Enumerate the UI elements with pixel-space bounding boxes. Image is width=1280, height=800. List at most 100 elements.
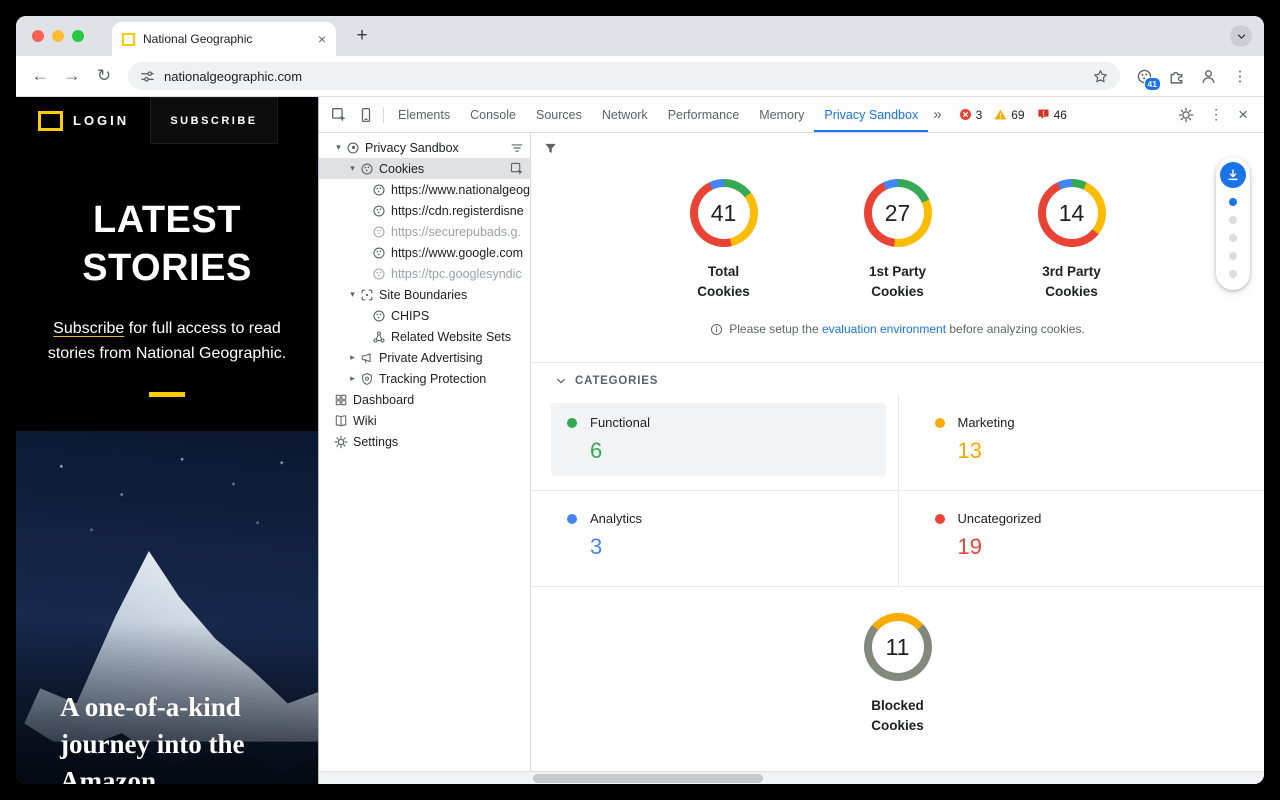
- functional-dot-icon: [567, 418, 577, 428]
- tree-item-cookies[interactable]: ▾ Cookies: [319, 158, 530, 179]
- tree-item-label: https://tpc.googlesyndic: [391, 267, 522, 281]
- tab-memory[interactable]: Memory: [749, 97, 814, 132]
- new-tab-button[interactable]: +: [348, 22, 376, 50]
- tree-item-related-website-sets[interactable]: Related Website Sets: [319, 326, 530, 347]
- tree-item-label: https://securepubads.g.: [391, 225, 521, 239]
- cookie-icon: [371, 203, 386, 218]
- tab-strip: National Geographic × +: [16, 16, 1264, 56]
- twisty-closed-icon[interactable]: ▸: [347, 352, 358, 363]
- browser-tab[interactable]: National Geographic ×: [112, 22, 336, 56]
- filter-list-icon[interactable]: [510, 141, 524, 155]
- psat-extension-button[interactable]: 41: [1130, 62, 1158, 90]
- tree-item-private-advertising[interactable]: ▸ Private Advertising: [319, 347, 530, 368]
- uncategorized-dot-icon: [935, 514, 945, 524]
- site-header: LOGIN SUBSCRIBE: [16, 97, 318, 144]
- zoom-window-button[interactable]: [72, 30, 84, 42]
- scroll-dot[interactable]: [1229, 252, 1237, 260]
- tree-item-label: Dashboard: [353, 393, 414, 407]
- scroll-dot-active[interactable]: [1229, 198, 1237, 206]
- inspect-element-icon[interactable]: [325, 101, 352, 128]
- devtools-menu-button[interactable]: ⋮: [1209, 106, 1223, 123]
- close-devtools-icon[interactable]: ×: [1238, 106, 1248, 123]
- tree-item-privacy-sandbox[interactable]: ▾ Privacy Sandbox: [319, 137, 530, 158]
- hero-line2: journey into the: [60, 726, 245, 763]
- categories-header[interactable]: CATEGORIES: [531, 363, 1264, 395]
- extensions-icon[interactable]: [1162, 62, 1190, 90]
- cookie-icon: [359, 161, 374, 176]
- hero-line1: A one-of-a-kind: [60, 689, 245, 726]
- tab-elements[interactable]: Elements: [388, 97, 460, 132]
- tree-item-wiki[interactable]: Wiki: [319, 410, 530, 431]
- bookmark-star-icon[interactable]: [1093, 69, 1108, 84]
- yellow-divider: [149, 392, 185, 397]
- tree-item-label: Private Advertising: [379, 351, 483, 365]
- site-info-icon[interactable]: [140, 69, 155, 84]
- tree-item-chips[interactable]: CHIPS: [319, 305, 530, 326]
- tree-item-url-nationalgeographic[interactable]: https://www.nationalgeog: [319, 179, 530, 200]
- issues-badge[interactable]: 46: [1037, 108, 1067, 122]
- tab-network[interactable]: Network: [592, 97, 658, 132]
- subscribe-link[interactable]: Subscribe: [53, 320, 124, 337]
- twisty-closed-icon[interactable]: ▸: [347, 373, 358, 384]
- tab-performance[interactable]: Performance: [658, 97, 750, 132]
- tab-privacy-sandbox[interactable]: Privacy Sandbox: [814, 97, 928, 132]
- category-functional[interactable]: Functional 6: [531, 395, 898, 491]
- back-button[interactable]: ←: [26, 62, 54, 90]
- promo-text: Subscribe for full access to readstories…: [16, 316, 318, 366]
- privacy-sandbox-icon: [345, 140, 360, 155]
- scrollbar-thumb[interactable]: [533, 774, 763, 783]
- tab-strip-chevron-button[interactable]: [1230, 25, 1252, 47]
- twisty-open-icon[interactable]: ▾: [333, 142, 344, 153]
- donut-chart: 41: [690, 179, 758, 247]
- close-window-button[interactable]: [32, 30, 44, 42]
- device-toolbar-icon[interactable]: [352, 101, 379, 128]
- tab-console[interactable]: Console: [460, 97, 526, 132]
- categories-title: CATEGORIES: [575, 375, 658, 387]
- evaluation-environment-link[interactable]: evaluation environment: [822, 322, 946, 336]
- scroll-dot[interactable]: [1229, 234, 1237, 242]
- tree-item-url-registerdisney[interactable]: https://cdn.registerdisne: [319, 200, 530, 221]
- horizontal-scrollbar[interactable]: [319, 771, 1264, 784]
- category-marketing[interactable]: Marketing 13: [898, 395, 1265, 491]
- tree-item-url-securepubads[interactable]: https://securepubads.g.: [319, 221, 530, 242]
- minimize-window-button[interactable]: [52, 30, 64, 42]
- forward-button[interactable]: →: [58, 62, 86, 90]
- browser-menu-button[interactable]: ⋮: [1226, 62, 1254, 90]
- browser-toolbar: ← → ↻ nationalgeographic.com 41 ⋮: [16, 56, 1264, 97]
- subscribe-button[interactable]: SUBSCRIBE: [150, 97, 278, 144]
- tree-item-settings[interactable]: Settings: [319, 431, 530, 452]
- tree-item-url-google[interactable]: https://www.google.com: [319, 242, 530, 263]
- scroll-dot[interactable]: [1229, 216, 1237, 224]
- login-link[interactable]: LOGIN: [73, 113, 129, 128]
- tree-item-dashboard[interactable]: Dashboard: [319, 389, 530, 410]
- tree-item-label: Wiki: [353, 414, 377, 428]
- category-uncategorized[interactable]: Uncategorized 19: [898, 491, 1265, 586]
- tree-item-site-boundaries[interactable]: ▾ Site Boundaries: [319, 284, 530, 305]
- warnings-badge[interactable]: 69: [994, 108, 1024, 122]
- category-label: Uncategorized: [958, 511, 1042, 526]
- download-icon: [1226, 168, 1240, 182]
- inspect-icon[interactable]: [510, 162, 524, 176]
- related-website-sets-icon: [371, 329, 386, 344]
- info-prefix: Please setup the: [729, 322, 822, 336]
- filter-icon[interactable]: [543, 141, 558, 156]
- profile-avatar[interactable]: [1194, 62, 1222, 90]
- export-report-button[interactable]: [1220, 162, 1246, 188]
- analytics-dot-icon: [567, 514, 577, 524]
- twisty-open-icon[interactable]: ▾: [347, 163, 358, 174]
- address-bar[interactable]: nationalgeographic.com: [128, 62, 1120, 90]
- promo-line2: stories from National Geographic.: [48, 345, 286, 362]
- twisty-open-icon[interactable]: ▾: [347, 289, 358, 300]
- tree-item-url-googlesyndication[interactable]: https://tpc.googlesyndic: [319, 263, 530, 284]
- category-analytics[interactable]: Analytics 3: [531, 491, 898, 586]
- tab-close-icon[interactable]: ×: [318, 31, 326, 47]
- settings-gear-icon[interactable]: [1178, 107, 1194, 123]
- scroll-dot[interactable]: [1229, 270, 1237, 278]
- tab-sources[interactable]: Sources: [526, 97, 592, 132]
- natgeo-logo[interactable]: [38, 111, 63, 131]
- errors-badge[interactable]: 3: [959, 108, 983, 122]
- reload-button[interactable]: ↻: [90, 62, 118, 90]
- more-tabs-button[interactable]: »: [928, 106, 946, 123]
- url-text: nationalgeographic.com: [164, 69, 1084, 84]
- tree-item-tracking-protection[interactable]: ▸ Tracking Protection: [319, 368, 530, 389]
